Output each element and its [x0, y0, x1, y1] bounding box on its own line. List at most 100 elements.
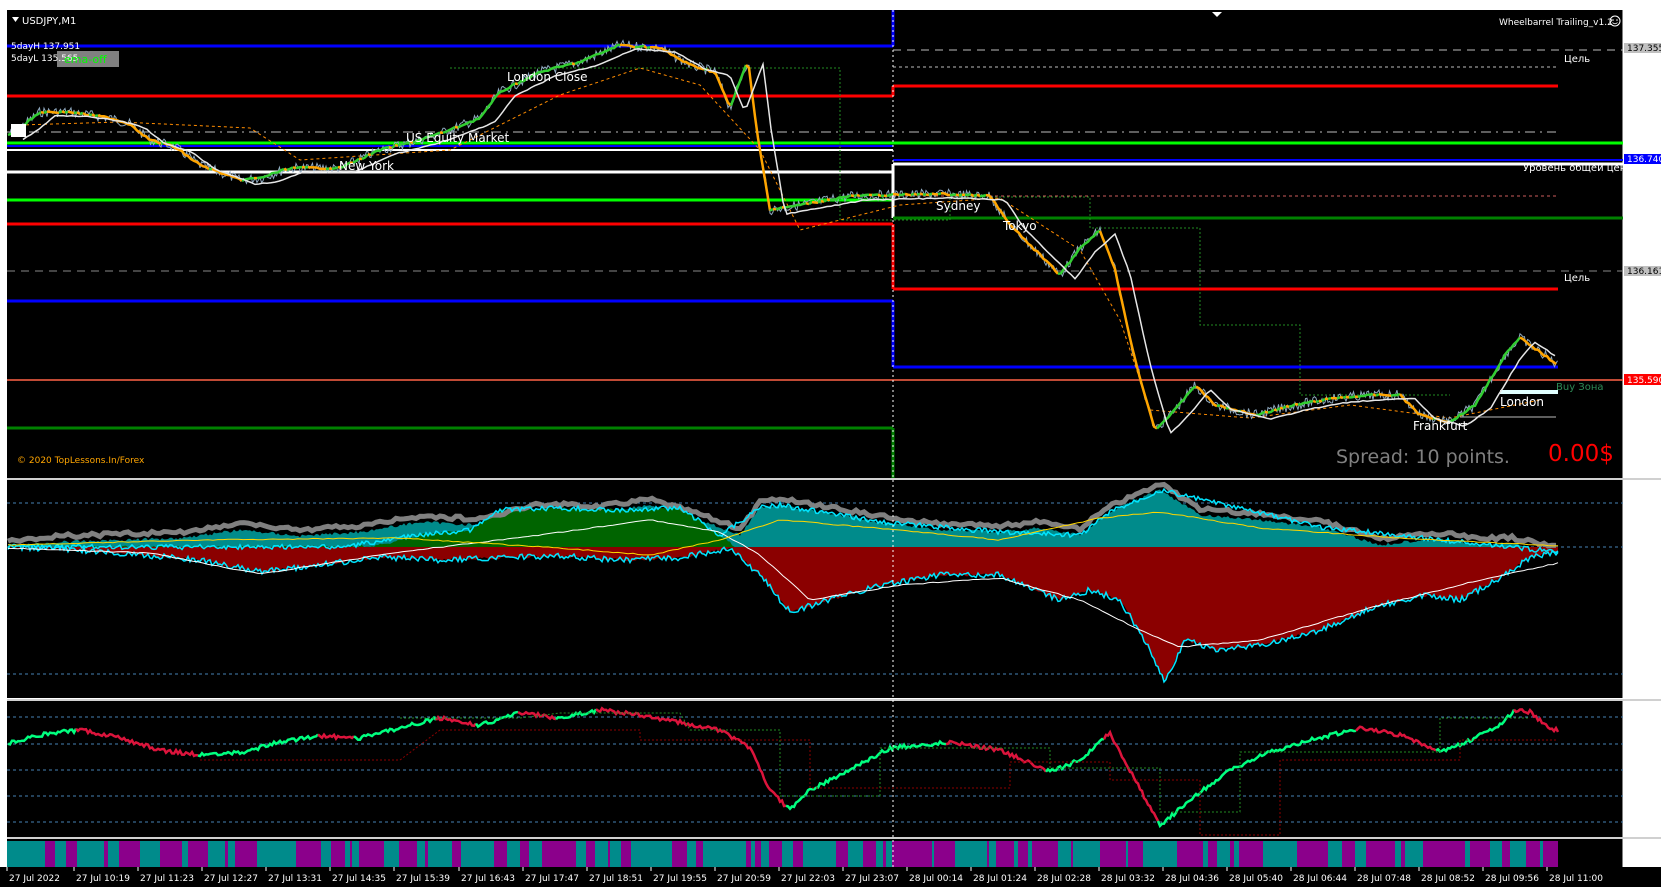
trend-ma-segment — [1328, 398, 1331, 399]
histogram-bar — [452, 841, 461, 867]
histogram-bar — [474, 841, 479, 867]
time-tick-label: 28 Jul 08:52 — [1421, 874, 1475, 884]
histogram-bar — [1104, 841, 1110, 867]
price-tick-label: 135.230 — [1629, 436, 1661, 446]
histogram-bar — [876, 841, 883, 867]
trend-ma-segment — [1349, 397, 1355, 398]
trend-ma-segment — [857, 195, 860, 196]
main-price-pane[interactable] — [7, 10, 1623, 478]
histogram-bar — [803, 841, 810, 867]
symbol-label[interactable]: USDJPY,M1 — [22, 16, 76, 27]
price-tick-label: 135.410 — [1629, 403, 1661, 413]
time-tick-label: 28 Jul 02:28 — [1037, 874, 1091, 884]
histogram-bar — [1087, 841, 1092, 867]
trend-ma-segment — [635, 46, 644, 47]
trend-ma-segment — [899, 194, 905, 195]
ema-toggle-label[interactable]: ema-off — [64, 53, 107, 66]
histogram-bar — [586, 841, 588, 867]
histogram-bar — [782, 841, 787, 867]
histogram-bar — [1185, 841, 1199, 867]
osc2-tick-label: -50 — [1629, 767, 1644, 777]
histogram-bar — [658, 841, 672, 867]
histogram-bar — [431, 841, 439, 867]
histogram-bar — [751, 841, 755, 867]
trend-ma-segment — [62, 111, 65, 112]
time-tick-label: 27 Jul 22:03 — [781, 874, 835, 884]
trend-ma-segment — [284, 169, 287, 170]
osc2-tick-label: -30 — [1629, 741, 1644, 751]
histogram-bar — [1555, 841, 1558, 867]
trend-ma-segment — [1391, 394, 1400, 396]
histogram-bar — [1110, 841, 1121, 867]
histogram-bar — [182, 841, 188, 867]
histogram-bar — [1436, 841, 1450, 867]
trend-ma-segment — [644, 46, 647, 48]
histogram-bar — [1540, 841, 1543, 867]
histogram-bar — [595, 841, 608, 867]
histogram-bar — [996, 841, 999, 867]
histogram-bar — [7, 841, 21, 867]
histogram-bar — [1128, 841, 1143, 867]
histogram-bar — [735, 841, 740, 867]
trend-ma-segment — [854, 195, 857, 196]
time-tick-label: 27 Jul 14:35 — [332, 874, 386, 884]
histogram-bar — [160, 841, 168, 867]
histogram-bar — [413, 841, 417, 867]
histogram-bar — [1252, 841, 1263, 867]
trend-ma-segment — [389, 147, 392, 148]
buy-zone-label: Buy Зона — [1556, 382, 1604, 393]
osc1-tick-label: 2 — [1629, 482, 1635, 492]
histogram-bar — [1239, 841, 1252, 867]
histogram-bar — [687, 841, 696, 867]
trend-ma-segment — [938, 193, 941, 194]
time-tick-label: 28 Jul 03:32 — [1101, 874, 1155, 884]
histogram-bar — [1269, 841, 1279, 867]
histogram-bar — [1056, 841, 1058, 867]
time-tick-label: 27 Jul 13:31 — [268, 874, 322, 884]
histogram-bar — [399, 841, 413, 867]
time-tick-label: 28 Jul 00:14 — [909, 874, 963, 884]
trend-ma-segment — [296, 167, 302, 168]
histogram-bar — [892, 841, 903, 867]
histogram-bar — [637, 841, 648, 867]
histogram-bar — [1297, 841, 1306, 867]
trend-ma-segment — [1217, 405, 1220, 406]
histogram-bar — [1381, 841, 1395, 867]
trend-ma-segment — [65, 112, 68, 113]
chart-window[interactable]: London Close US Equity Market New York S… — [0, 0, 1661, 887]
oscillator-pane-2[interactable] — [7, 701, 1623, 837]
trend-ma-segment — [809, 202, 812, 204]
histogram-bar — [1208, 841, 1217, 867]
osc1-tick-label: -11 — [1629, 500, 1644, 510]
histogram-bar — [969, 841, 982, 867]
histogram-tick-label: 2 — [1629, 842, 1635, 852]
target-label-upper: Цель — [1564, 54, 1590, 65]
histogram-bars — [7, 841, 1558, 867]
trend-ma-segment — [1343, 397, 1346, 398]
trend-ma-segment — [860, 195, 869, 196]
profit-label: 0.00$ — [1548, 441, 1614, 467]
histogram-bar — [1217, 841, 1230, 867]
histogram-bar — [425, 841, 428, 867]
svg-text:135.590: 135.590 — [1627, 376, 1661, 386]
histogram-bar — [140, 841, 149, 867]
trend-ma-segment — [1376, 394, 1379, 396]
histogram-bar — [829, 841, 836, 867]
time-tick-label: 28 Jul 01:24 — [973, 874, 1027, 884]
histogram-bar — [955, 841, 969, 867]
price-tick-label: 137.020 — [1629, 104, 1661, 114]
histogram-bar — [1450, 841, 1465, 867]
histogram-bar — [1092, 841, 1100, 867]
histogram-bar — [1423, 841, 1436, 867]
time-tick-label: 27 Jul 16:43 — [461, 874, 515, 884]
histogram-bar — [123, 841, 129, 867]
copyright-label: © 2020 TopLessons.In/Forex — [17, 456, 145, 466]
histogram-bar — [1510, 841, 1514, 867]
histogram-bar — [761, 841, 769, 867]
histogram-bar — [1480, 841, 1490, 867]
histogram-bar — [679, 841, 687, 867]
trend-ma-segment — [917, 194, 920, 195]
trend-ma-segment — [770, 209, 773, 210]
histogram-bar — [417, 841, 425, 867]
histogram-bar — [1514, 841, 1526, 867]
